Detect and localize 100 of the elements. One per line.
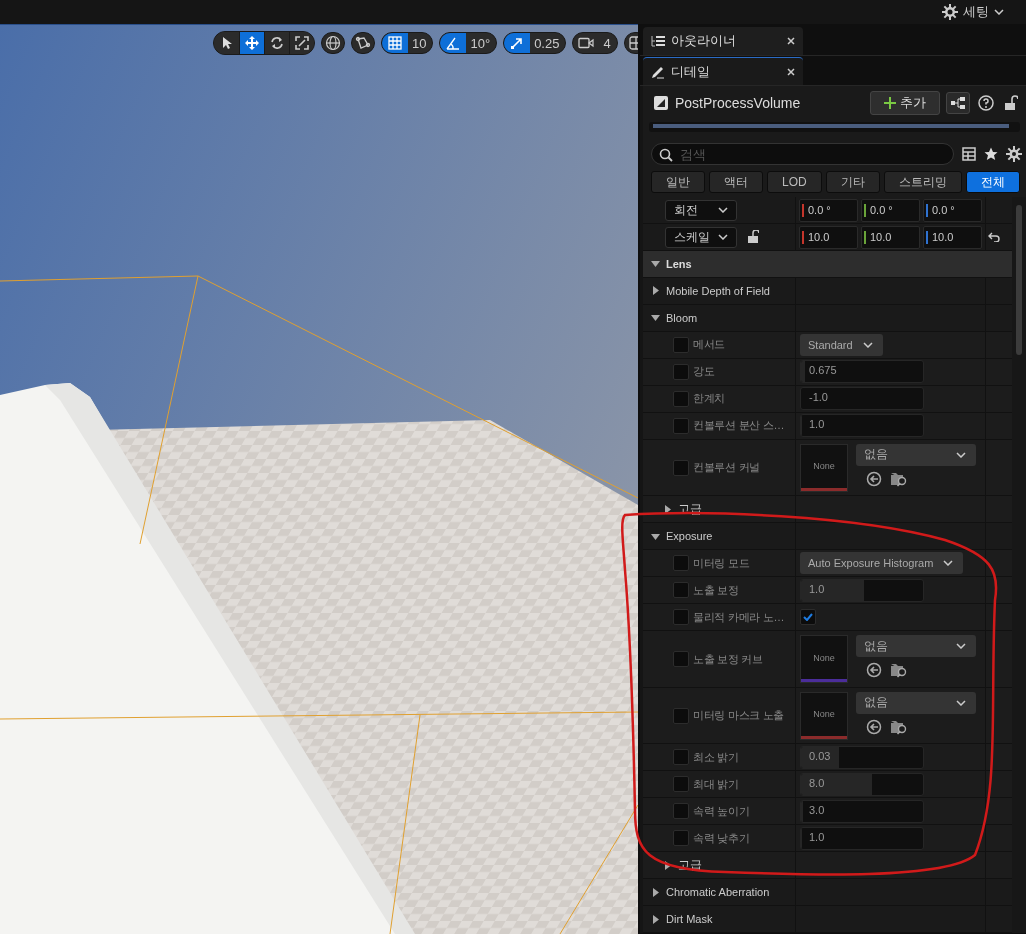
vector-field[interactable]: 10.0 xyxy=(923,225,982,249)
open-padlock-icon xyxy=(1004,95,1018,111)
property-dropdown[interactable]: Auto Exposure Histogram xyxy=(800,552,964,575)
override-checkbox[interactable] xyxy=(673,336,689,353)
star-icon[interactable] xyxy=(984,147,998,161)
property-label: 미터링 모드 xyxy=(693,555,750,571)
filter-tab[interactable]: 액터 xyxy=(709,171,764,193)
actor-icon xyxy=(653,95,669,111)
open-padlock-icon[interactable] xyxy=(747,230,759,244)
expanded-arrow-icon[interactable] xyxy=(651,313,660,323)
folder-search-icon[interactable] xyxy=(890,470,908,487)
settings-menu-button[interactable]: 세팅 xyxy=(942,3,1004,21)
override-checkbox[interactable] xyxy=(673,417,689,434)
horizontal-scrollbar[interactable] xyxy=(649,122,1020,132)
override-checkbox[interactable] xyxy=(673,707,689,724)
snap-toggle-button[interactable]: 4 xyxy=(572,32,618,54)
layout-grid-icon[interactable] xyxy=(628,36,638,50)
category-header[interactable]: Lens xyxy=(643,251,1012,278)
property-label: 노출 보정 커브 xyxy=(693,651,763,667)
chevron-down-icon xyxy=(943,560,954,567)
move-icon[interactable] xyxy=(245,36,259,50)
filter-tab[interactable]: 스트리밍 xyxy=(883,171,962,193)
arrow-circle-icon[interactable] xyxy=(866,718,882,735)
number-slider-field[interactable]: -1.0 xyxy=(800,387,924,411)
collapsed-arrow-icon[interactable] xyxy=(663,860,672,870)
vector-field[interactable]: 0.0 ° xyxy=(861,198,920,222)
filter-tab[interactable]: 전체 xyxy=(965,171,1020,193)
camera-icon[interactable] xyxy=(578,37,595,49)
folder-search-icon[interactable] xyxy=(890,662,908,679)
property-dropdown[interactable]: Standard xyxy=(800,333,883,356)
scale-icon[interactable] xyxy=(295,36,309,50)
override-checkbox[interactable] xyxy=(673,390,689,407)
asset-dropdown[interactable]: 없음 xyxy=(856,635,976,658)
vector-field[interactable]: 10.0 xyxy=(799,225,858,249)
add-component-button[interactable]: 추가 xyxy=(870,91,940,115)
blueprint-button[interactable] xyxy=(946,92,970,114)
expanded-arrow-icon[interactable] xyxy=(651,531,660,541)
number-slider-field[interactable]: 1.0 xyxy=(800,578,924,602)
collapsed-arrow-icon[interactable] xyxy=(651,286,660,296)
asset-thumbnail: None xyxy=(800,635,848,684)
transform-mode-button[interactable] xyxy=(239,32,264,54)
cursor-icon[interactable] xyxy=(220,36,233,50)
scrollbar-thumb[interactable] xyxy=(1016,205,1022,355)
vector-field[interactable]: 0.0 ° xyxy=(799,198,858,222)
lock-button[interactable] xyxy=(1002,93,1020,113)
override-checkbox[interactable] xyxy=(673,651,689,668)
filter-tab[interactable]: 기타 xyxy=(825,171,880,193)
transform-dropdown[interactable]: 회전 xyxy=(665,199,737,221)
override-checkbox[interactable] xyxy=(673,363,689,380)
override-checkbox[interactable] xyxy=(673,830,689,846)
asset-dropdown[interactable]: 없음 xyxy=(856,691,976,714)
folder-search-icon[interactable] xyxy=(890,718,908,735)
help-button[interactable] xyxy=(976,93,996,113)
close-icon[interactable] xyxy=(787,37,795,45)
grid-icon[interactable] xyxy=(388,36,402,50)
override-checkbox[interactable] xyxy=(673,803,689,819)
panel-tab[interactable]: 아웃라이너 xyxy=(643,27,803,55)
filter-tab[interactable]: LOD xyxy=(767,171,822,193)
snap-toggle-button[interactable]: 10° xyxy=(439,32,498,54)
search-field[interactable]: 검색 xyxy=(651,143,954,165)
transform-dropdown[interactable]: 스케일 xyxy=(665,226,737,248)
override-checkbox[interactable] xyxy=(673,609,689,626)
property-label: 최소 밝기 xyxy=(693,749,739,765)
snap-toggle-button[interactable]: 0.25 xyxy=(503,32,567,54)
vector-field[interactable]: 10.0 xyxy=(861,225,920,249)
table-view-icon[interactable] xyxy=(962,147,976,161)
number-slider-field[interactable]: 1.0 xyxy=(800,826,924,850)
filter-tab[interactable]: 일반 xyxy=(651,171,706,193)
arrow-circle-icon[interactable] xyxy=(866,470,882,487)
close-icon[interactable] xyxy=(787,67,795,76)
collapsed-arrow-icon[interactable] xyxy=(663,504,672,514)
transform-mode-button[interactable] xyxy=(289,32,314,54)
collapsed-arrow-icon[interactable] xyxy=(651,887,660,897)
panel-tab[interactable]: 디테일 xyxy=(643,57,803,85)
property-checkbox[interactable] xyxy=(800,609,816,626)
expanded-arrow-icon[interactable] xyxy=(651,259,660,269)
property-label: 강도 xyxy=(693,364,715,380)
override-checkbox[interactable] xyxy=(673,582,689,599)
property-label: 미터링 마스크 노출 xyxy=(693,708,785,724)
diagonal-arrow-icon[interactable] xyxy=(510,36,525,50)
help-icon xyxy=(978,95,994,111)
number-slider-field[interactable]: 3.0 xyxy=(800,799,924,823)
number-slider-field[interactable]: 8.0 xyxy=(800,772,924,796)
reset-arrow-icon[interactable] xyxy=(988,232,1000,242)
override-checkbox[interactable] xyxy=(673,776,689,792)
arrow-circle-icon[interactable] xyxy=(866,662,882,679)
number-slider-field[interactable]: 0.03 xyxy=(800,745,924,769)
snap-toggle-button[interactable]: 10 xyxy=(381,32,434,54)
settings-icon[interactable] xyxy=(1006,146,1022,162)
number-slider-field[interactable]: 0.675 xyxy=(800,360,924,384)
override-checkbox[interactable] xyxy=(673,555,689,572)
pencil-icon xyxy=(651,64,665,79)
rotate-icon[interactable] xyxy=(270,36,284,50)
override-checkbox[interactable] xyxy=(673,749,689,765)
vector-field[interactable]: 0.0 ° xyxy=(923,198,982,222)
collapsed-arrow-icon[interactable] xyxy=(651,914,660,924)
number-slider-field[interactable]: 1.0 xyxy=(800,414,924,438)
asset-dropdown[interactable]: 없음 xyxy=(856,443,976,466)
angle-icon[interactable] xyxy=(446,36,461,50)
override-checkbox[interactable] xyxy=(673,459,689,476)
